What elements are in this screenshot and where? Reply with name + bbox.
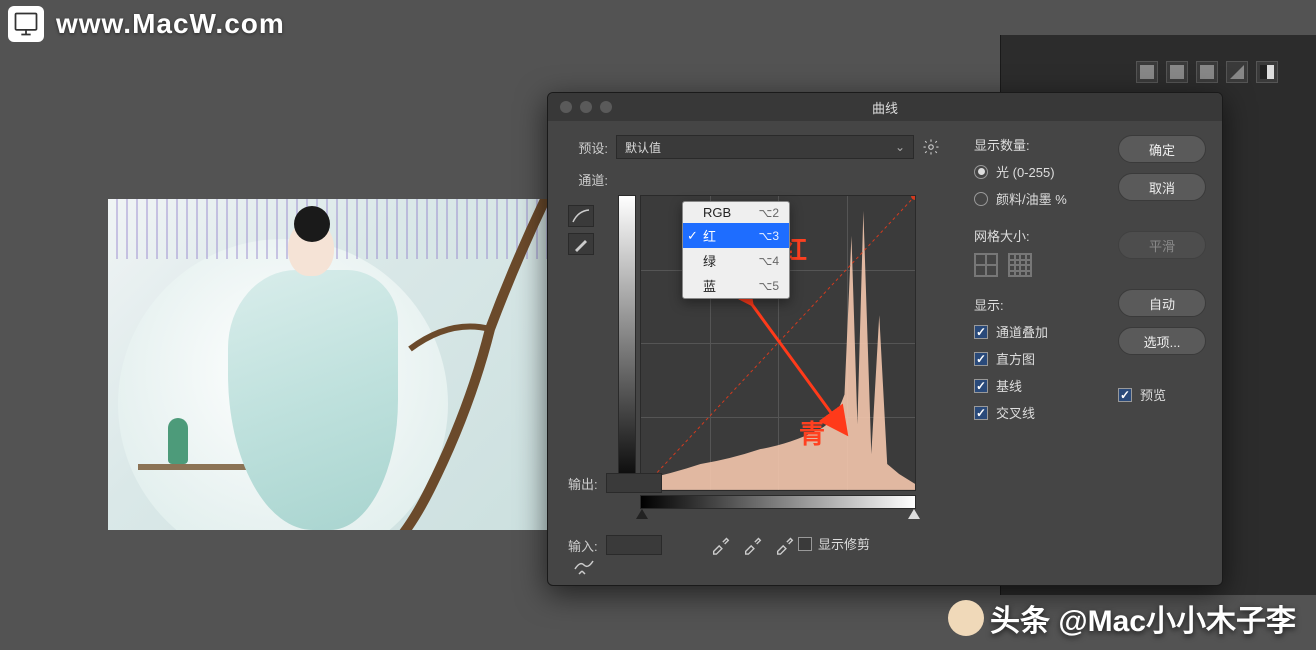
chk-histogram-label: 直方图	[996, 349, 1035, 368]
radio-light-label: 光 (0-255)	[996, 162, 1055, 181]
channel-menu-green[interactable]: 绿⌥4	[683, 248, 789, 273]
ok-button[interactable]: 确定	[1118, 135, 1206, 163]
preview-label: 预览	[1140, 385, 1166, 404]
image-vase	[168, 418, 188, 464]
white-point-slider[interactable]	[908, 509, 920, 519]
smooth-button[interactable]: 平滑	[1118, 231, 1206, 259]
input-gradient	[640, 495, 916, 509]
adj-icon-3[interactable]	[1196, 61, 1218, 83]
show-clipping-label: 显示修剪	[818, 534, 870, 553]
input-label: 输入:	[568, 536, 598, 555]
watermark-bottom: 头条 @Mac小小木子李	[948, 596, 1296, 640]
adjustment-icons	[1136, 61, 1278, 83]
grid-size-label: 网格大小:	[974, 226, 1104, 245]
channel-menu-rgb[interactable]: RGB⌥2	[683, 202, 789, 223]
image-branch	[370, 199, 550, 530]
show-amount-label: 显示数量:	[974, 135, 1104, 154]
output-field[interactable]	[606, 473, 662, 493]
preset-select[interactable]: 默认值 ⌄	[616, 135, 914, 159]
preset-value: 默认值	[625, 139, 661, 156]
watermark-top: www.MacW.com	[8, 6, 285, 42]
input-field[interactable]	[606, 535, 662, 555]
gear-icon[interactable]	[922, 138, 940, 156]
chk-intersect-label: 交叉线	[996, 403, 1035, 422]
channel-menu-blue[interactable]: 蓝⌥5	[683, 273, 789, 298]
adj-icon-5[interactable]	[1256, 61, 1278, 83]
close-icon[interactable]	[560, 101, 572, 113]
curve-pencil-tool[interactable]	[568, 233, 594, 255]
curves-dialog: 曲线 预设: 默认值 ⌄ 通道: RGB⌥2	[547, 92, 1223, 586]
adj-icon-2[interactable]	[1166, 61, 1188, 83]
radio-pigment[interactable]	[974, 192, 988, 206]
radio-pigment-label: 颜料/油墨 %	[996, 189, 1067, 208]
curve-point-tool[interactable]	[568, 205, 594, 227]
traffic-lights	[548, 101, 612, 113]
channel-label: 通道:	[572, 170, 608, 189]
radio-light[interactable]	[974, 165, 988, 179]
chk-baseline[interactable]: ✓	[974, 379, 988, 393]
watermark-text: www.MacW.com	[56, 8, 285, 40]
annotation-cyan: 青	[799, 414, 825, 451]
watermark-bottom-text: 头条 @Mac小小木子李	[990, 596, 1296, 640]
adj-icon-1[interactable]	[1136, 61, 1158, 83]
chk-baseline-label: 基线	[996, 376, 1022, 395]
dialog-titlebar[interactable]: 曲线	[548, 93, 1222, 121]
show-label: 显示:	[974, 295, 1104, 314]
check-icon: ✓	[687, 228, 698, 244]
channel-menu: RGB⌥2 ✓ 红⌥3 绿⌥4 蓝⌥5	[682, 201, 790, 299]
grid-4-icon[interactable]	[974, 253, 998, 277]
adj-icon-4[interactable]	[1226, 61, 1248, 83]
chk-overlay-label: 通道叠加	[996, 322, 1048, 341]
minimize-icon[interactable]	[580, 101, 592, 113]
grid-16-icon[interactable]	[1008, 253, 1032, 277]
chk-overlay[interactable]: ✓	[974, 325, 988, 339]
cancel-button[interactable]: 取消	[1118, 173, 1206, 201]
chevron-down-icon: ⌄	[895, 140, 905, 154]
canvas-document[interactable]	[108, 199, 550, 530]
output-label: 输出:	[568, 474, 598, 493]
options-button[interactable]: 选项...	[1118, 327, 1206, 355]
show-clipping-checkbox[interactable]	[798, 537, 812, 551]
eyedropper-black-icon[interactable]	[710, 533, 732, 555]
eyedropper-white-icon[interactable]	[774, 533, 796, 555]
output-gradient	[618, 195, 636, 491]
preset-label: 预设:	[572, 138, 608, 157]
chk-intersect[interactable]: ✓	[974, 406, 988, 420]
preview-checkbox[interactable]: ✓	[1118, 388, 1132, 402]
target-adjust-icon[interactable]	[572, 555, 596, 575]
dialog-title: 曲线	[872, 98, 898, 117]
eyedropper-gray-icon[interactable]	[742, 533, 764, 555]
auto-button[interactable]: 自动	[1118, 289, 1206, 317]
avatar-icon	[948, 600, 984, 636]
zoom-icon[interactable]	[600, 101, 612, 113]
chk-histogram[interactable]: ✓	[974, 352, 988, 366]
black-point-slider[interactable]	[636, 509, 648, 519]
channel-menu-red[interactable]: ✓ 红⌥3	[683, 223, 789, 248]
mac-icon	[8, 6, 44, 42]
